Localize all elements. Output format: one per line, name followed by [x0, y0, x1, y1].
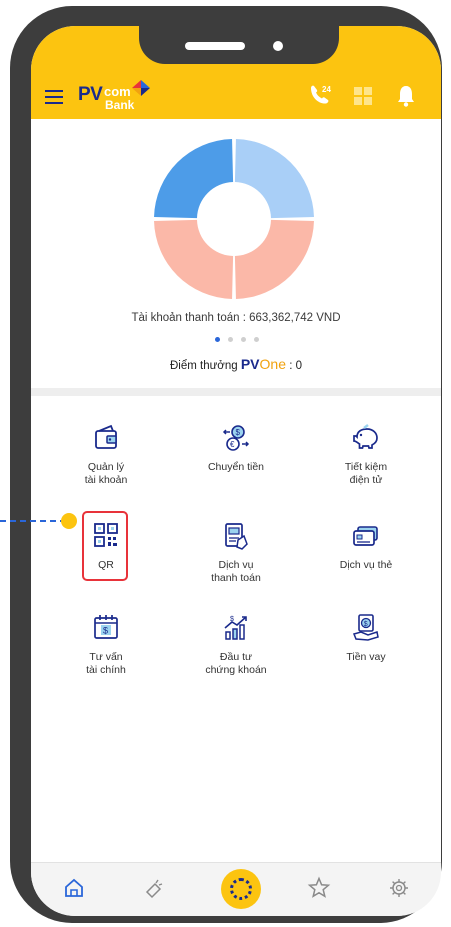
menu-item-money-transfer[interactable]: $ € Chuyển tiền — [171, 414, 301, 500]
payment-receipt-icon — [225, 523, 248, 550]
account-donut-chart — [154, 139, 314, 299]
logo-com-text: com — [104, 84, 131, 99]
points-value: : 0 — [289, 360, 302, 372]
donut-slice — [154, 219, 234, 299]
calendar-dollar-icon: $ — [94, 615, 118, 639]
menu-item-label: Chuyển tiền — [207, 461, 265, 473]
callout-marker — [61, 513, 77, 529]
carousel-dot[interactable] — [254, 337, 259, 342]
phone-notch — [139, 26, 339, 64]
menu-item-label: QR — [98, 559, 114, 571]
phone-frame: PV com Bank 24 Tài khoản thanh toán: 66… — [10, 6, 442, 923]
points-label: Điểm thưởng — [169, 360, 238, 372]
logo-bank-text: Bank — [105, 98, 135, 112]
hotline-badge: 24 — [322, 85, 331, 94]
svg-text:$: $ — [236, 428, 241, 437]
speaker-icon — [185, 42, 245, 50]
camera-icon — [273, 41, 283, 51]
svg-text:$: $ — [230, 616, 234, 623]
promotion-icon[interactable] — [141, 875, 167, 901]
section-divider — [31, 388, 441, 396]
carousel-dot[interactable] — [215, 337, 220, 342]
reward-points: Điểm thưởng PVOne : 0 — [31, 355, 441, 375]
center-action-ring — [230, 878, 252, 900]
menu-item-label: Quản lý tài khoản — [84, 461, 128, 486]
loan-hand-icon: $ — [352, 614, 379, 641]
menu-item-label: Đầu tư chứng khoán — [205, 651, 267, 676]
menu-item-loans[interactable]: $ Tiền vay — [301, 604, 431, 690]
carousel-indicator — [215, 337, 275, 345]
hotline-phone-icon[interactable]: 24 — [305, 82, 333, 110]
logo-mark-icon — [132, 80, 150, 96]
pvone-brand-pv: PV — [240, 356, 260, 372]
donut-slice — [234, 219, 314, 299]
bottom-navigation — [31, 862, 441, 916]
menu-item-qr[interactable]: QR — [41, 512, 171, 598]
qr-code-icon — [94, 523, 118, 547]
money-transfer-icon: $ € — [222, 425, 250, 451]
card-icon — [353, 526, 378, 546]
menu-item-label: Tiết kiệm điện tử — [344, 461, 388, 486]
svg-text:$: $ — [364, 621, 368, 628]
menu-item-account-management[interactable]: Quản lý tài khoản — [41, 414, 171, 500]
pvcombank-logo: PV com Bank — [78, 78, 168, 112]
menu-item-payment-services[interactable]: Dịch vụ thanh toán — [171, 512, 301, 598]
svg-text:€: € — [230, 440, 235, 449]
stock-chart-icon: $ — [224, 616, 247, 640]
menu-item-label: Tiền vay — [346, 651, 386, 663]
center-action-icon[interactable] — [221, 869, 261, 909]
hamburger-menu-icon[interactable] — [45, 88, 67, 104]
callout-dashed-line — [0, 520, 66, 522]
pvone-brand-one: One — [259, 356, 286, 372]
svg-text:$: $ — [103, 626, 108, 636]
menu-item-e-savings[interactable]: Tiết kiệm điện tử — [301, 414, 431, 500]
menu-item-financial-advice[interactable]: $ Tư vấn tài chính — [41, 604, 171, 690]
notification-bell-icon[interactable] — [392, 82, 420, 110]
app-screen: PV com Bank 24 Tài khoản thanh toán: 66… — [31, 26, 441, 916]
qr-scan-icon[interactable] — [349, 82, 377, 110]
donut-slice — [154, 139, 234, 219]
settings-icon[interactable] — [386, 875, 412, 901]
menu-item-label: Dịch vụ thanh toán — [211, 559, 261, 584]
service-menu-grid: Quản lý tài khoản $ € Chuyển tiền Tiết k… — [31, 396, 441, 676]
home-icon[interactable] — [61, 875, 87, 901]
wallet-icon — [95, 424, 117, 449]
menu-item-label: Tư vấn tài chính — [86, 651, 126, 676]
menu-item-stock-investment[interactable]: $ Đầu tư chứng khoán — [171, 604, 301, 690]
star-icon[interactable] — [306, 875, 332, 901]
menu-item-card-services[interactable]: Dịch vụ thẻ — [301, 512, 431, 598]
carousel-dot[interactable] — [228, 337, 233, 342]
balance-summary: Tài khoản thanh toán : 663,362,742 VND — [131, 312, 341, 324]
carousel-dot[interactable] — [241, 337, 246, 342]
piggy-bank-icon — [353, 424, 378, 449]
donut-slice — [234, 139, 314, 219]
logo-pv-text: PV — [78, 84, 103, 105]
menu-item-label: Dịch vụ thẻ — [339, 559, 393, 571]
